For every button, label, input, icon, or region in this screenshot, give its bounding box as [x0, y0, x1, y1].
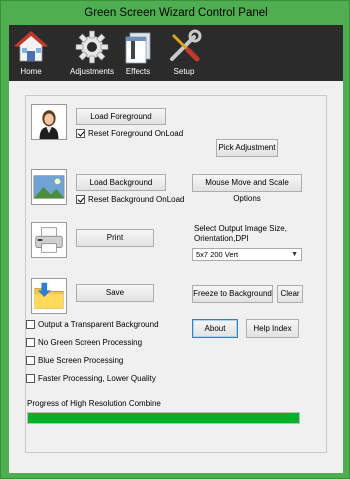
- faster-processing-checkbox[interactable]: Faster Processing, Lower Quality: [26, 374, 156, 383]
- load-foreground-button[interactable]: Load Foreground: [76, 108, 166, 125]
- transparent-background-label: Output a Transparent Background: [38, 320, 159, 329]
- help-index-button[interactable]: Help Index: [246, 319, 299, 338]
- toolbar-effects[interactable]: Effects: [117, 25, 159, 81]
- window-title: Green Screen Wizard Control Panel: [84, 7, 268, 19]
- progress-bar: [27, 412, 300, 424]
- house-icon: [14, 31, 48, 62]
- reset-foreground-checkbox[interactable]: Reset Foreground OnLoad: [76, 129, 183, 138]
- faster-processing-label: Faster Processing, Lower Quality: [38, 374, 156, 383]
- gear-icon: [75, 30, 109, 64]
- landscape-icon: [32, 170, 66, 204]
- toolbar-adjustments-label: Adjustments: [69, 67, 115, 76]
- tools-icon: [170, 29, 202, 62]
- effects-icon: [125, 32, 151, 64]
- reset-background-label: Reset Background OnLoad: [88, 195, 185, 204]
- background-thumbnail: [31, 169, 67, 205]
- reset-background-check[interactable]: [76, 195, 85, 204]
- clear-button[interactable]: Clear: [277, 285, 303, 303]
- person-icon: [32, 105, 66, 139]
- progress-fill: [28, 413, 299, 423]
- reset-foreground-check[interactable]: [76, 129, 85, 138]
- progress-label: Progress of High Resolution Combine: [27, 399, 161, 408]
- pick-adjustment-button[interactable]: Pick Adjustment: [216, 139, 278, 157]
- content-area: Load Foreground Reset Foreground OnLoad …: [9, 81, 343, 473]
- output-size-dropdown[interactable]: 5x7 200 Vert ▼: [192, 248, 302, 261]
- blue-screen-check[interactable]: [26, 356, 35, 365]
- no-green-screen-label: No Green Screen Processing: [38, 338, 143, 347]
- folder-save-icon: [32, 279, 66, 313]
- no-green-screen-checkbox[interactable]: No Green Screen Processing: [26, 338, 142, 347]
- output-size-value: 5x7 200 Vert: [196, 250, 239, 259]
- transparent-background-checkbox[interactable]: Output a Transparent Background: [26, 320, 159, 329]
- freeze-to-background-button[interactable]: Freeze to Background: [192, 285, 273, 303]
- control-panel: Load Foreground Reset Foreground OnLoad …: [25, 95, 327, 453]
- toolbar: Home Adjustments Effects Setup: [9, 25, 343, 81]
- mouse-move-scale-button[interactable]: Mouse Move and Scale Options: [192, 174, 302, 203]
- toolbar-home[interactable]: Home: [9, 25, 53, 81]
- print-button[interactable]: Print: [76, 229, 154, 247]
- transparent-background-check[interactable]: [26, 320, 35, 329]
- about-button[interactable]: About: [192, 319, 238, 338]
- print-thumbnail: [31, 222, 67, 258]
- blue-screen-label: Blue Screen Processing: [38, 356, 124, 365]
- load-background-button[interactable]: Load Background: [76, 174, 166, 191]
- toolbar-adjustments[interactable]: Adjustments: [65, 25, 119, 81]
- toolbar-effects-label: Effects: [125, 67, 151, 76]
- save-button[interactable]: Save: [76, 284, 154, 302]
- reset-foreground-label: Reset Foreground OnLoad: [88, 129, 184, 138]
- blue-screen-checkbox[interactable]: Blue Screen Processing: [26, 356, 123, 365]
- window: Green Screen Wizard Control Panel Home A…: [0, 0, 350, 479]
- printer-icon: [32, 223, 66, 257]
- toolbar-setup-label: Setup: [173, 67, 195, 76]
- no-green-screen-check[interactable]: [26, 338, 35, 347]
- toolbar-home-label: Home: [20, 67, 42, 76]
- foreground-thumbnail: [31, 104, 67, 140]
- reset-background-checkbox[interactable]: Reset Background OnLoad: [76, 195, 185, 204]
- toolbar-setup[interactable]: Setup: [163, 25, 205, 81]
- save-thumbnail: [31, 278, 67, 314]
- faster-processing-check[interactable]: [26, 374, 35, 383]
- chevron-down-icon: ▼: [291, 251, 298, 258]
- output-size-label: Select Output Image Size, Orientation,DP…: [194, 224, 287, 243]
